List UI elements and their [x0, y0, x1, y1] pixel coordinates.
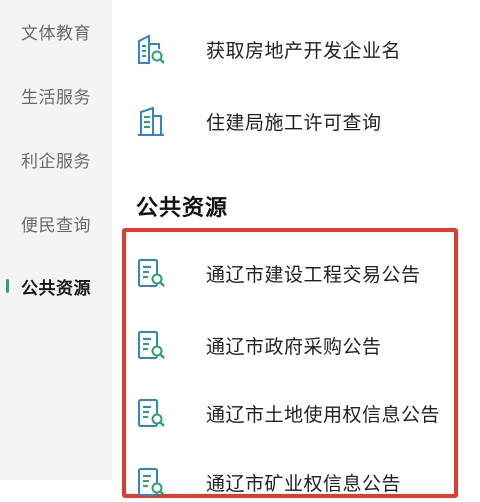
link-label: 住建局施工许可查询 [206, 111, 382, 134]
sidebar-item-label: 文体教育 [21, 23, 91, 44]
sidebar-item-business-services[interactable]: 利企服务 [0, 139, 112, 179]
link-mining-rights-notice[interactable]: 通辽市矿业权信息公告 [134, 462, 474, 502]
building-search-icon [138, 34, 165, 64]
sidebar-item-label: 公共资源 [21, 278, 91, 299]
document-search-icon [138, 331, 165, 359]
link-construction-permit[interactable]: 住建局施工许可查询 [134, 101, 474, 141]
sidebar-item-public-query[interactable]: 便民查询 [0, 203, 112, 243]
document-search-icon [138, 468, 165, 496]
sidebar-item-label: 利企服务 [21, 151, 91, 172]
service-list-panel: 获取房地产开发企业名 住建局施工许可查询 公共资源 通辽市建设工程交易公告 通辽… [112, 0, 480, 498]
sidebar-item-public-resources[interactable]: 公共资源 [0, 266, 112, 306]
category-sidebar: 文体教育 生活服务 利企服务 便民查询 公共资源 [0, 0, 112, 480]
link-real-estate-company[interactable]: 获取房地产开发企业名 [134, 29, 474, 69]
sidebar-item-life-services[interactable]: 生活服务 [0, 75, 112, 115]
section-title: 公共资源 [136, 196, 229, 221]
link-label: 通辽市建设工程交易公告 [206, 263, 421, 286]
link-land-use-rights-notice[interactable]: 通辽市土地使用权信息公告 [134, 393, 474, 433]
sidebar-item-label: 便民查询 [21, 215, 91, 236]
document-search-icon [138, 399, 165, 427]
link-government-procurement-notice[interactable]: 通辽市政府采购公告 [134, 325, 474, 365]
building-icon [138, 106, 164, 136]
document-search-icon [138, 259, 165, 287]
link-label: 通辽市矿业权信息公告 [206, 472, 402, 495]
link-construction-trade-notice[interactable]: 通辽市建设工程交易公告 [134, 253, 474, 293]
sidebar-item-culture-education[interactable]: 文体教育 [0, 11, 112, 51]
sidebar-item-label: 生活服务 [21, 87, 91, 108]
link-label: 通辽市政府采购公告 [206, 335, 382, 358]
link-label: 获取房地产开发企业名 [206, 39, 402, 62]
link-label: 通辽市土地使用权信息公告 [206, 403, 441, 426]
